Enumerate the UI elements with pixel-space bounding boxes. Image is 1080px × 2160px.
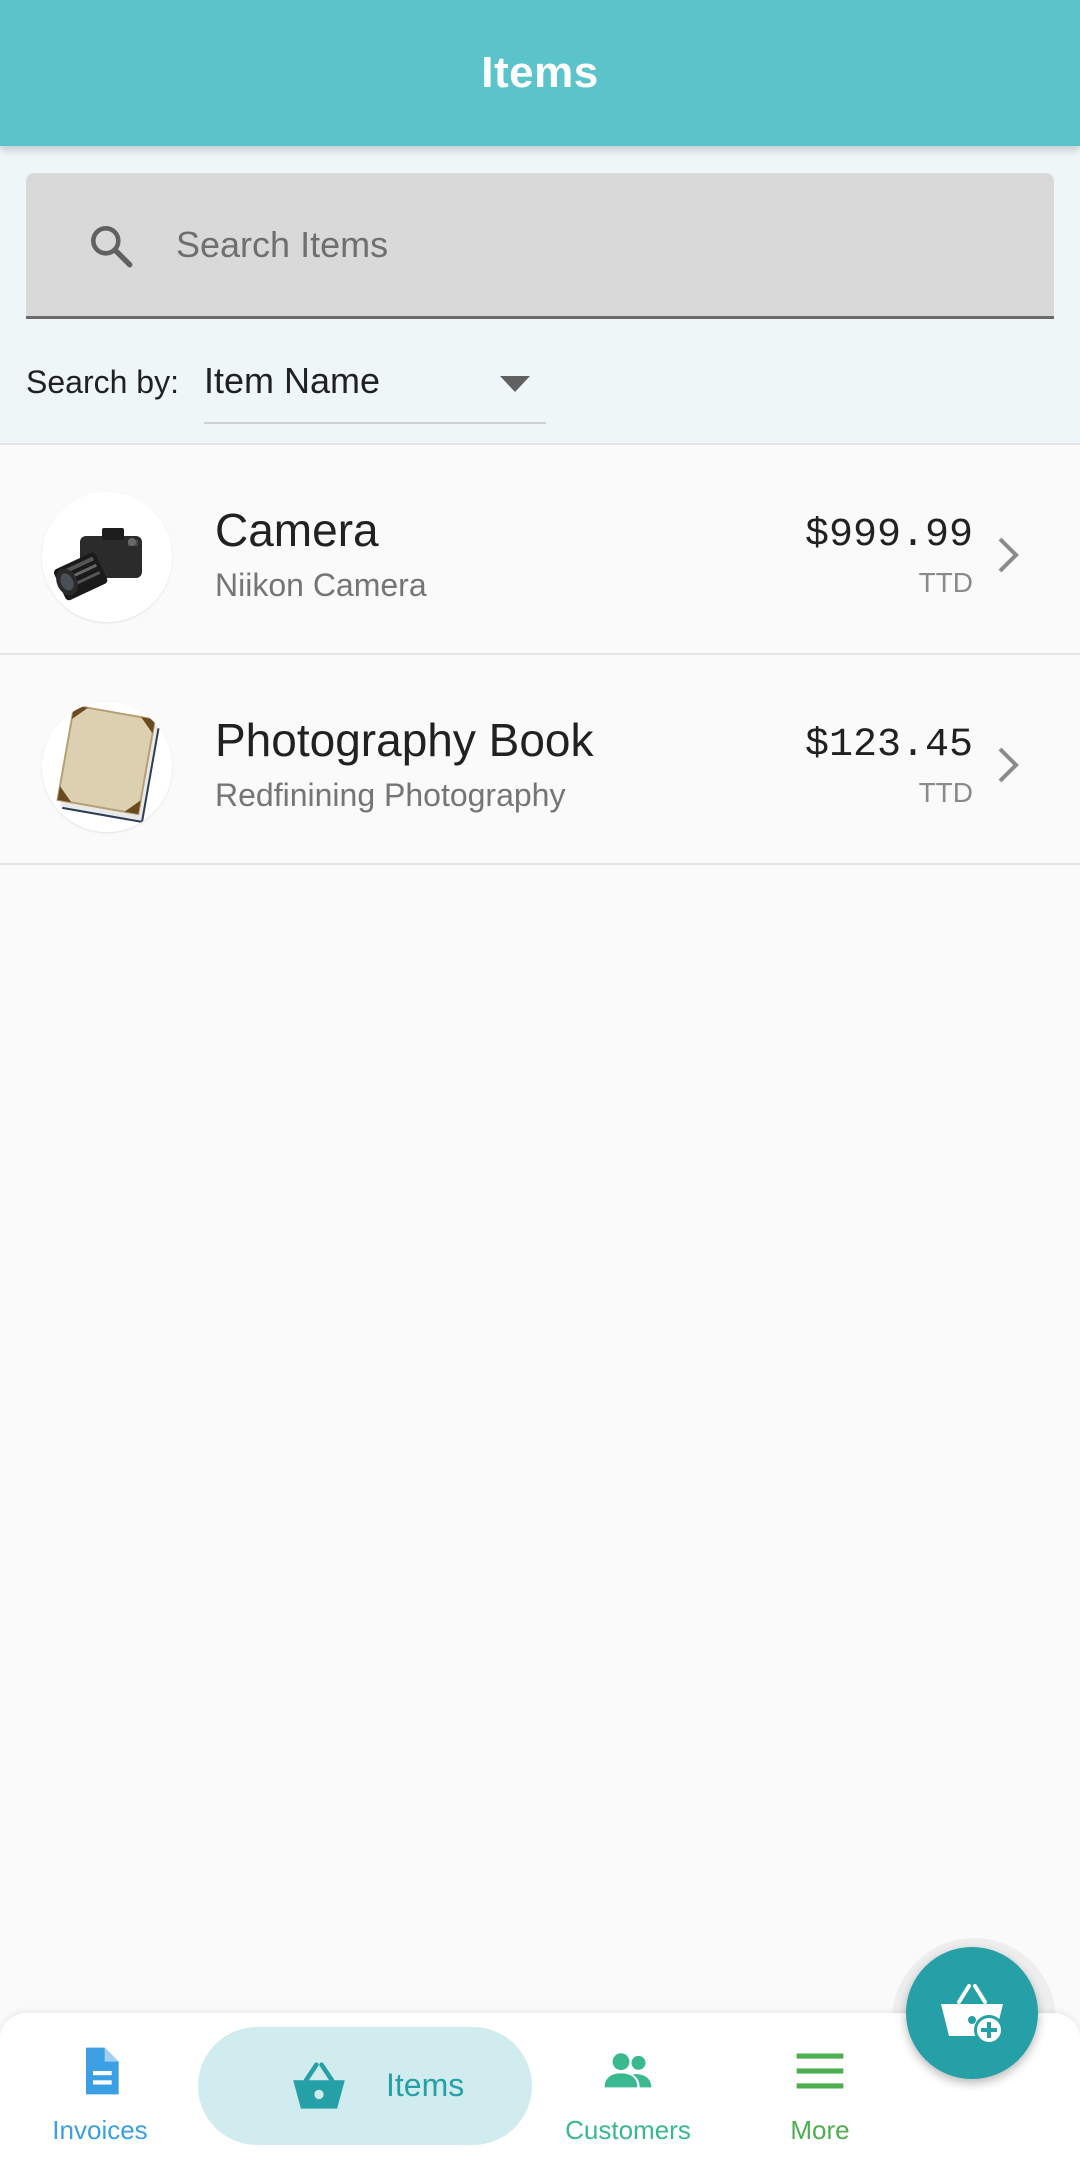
nav-label-more: More bbox=[790, 2115, 850, 2145]
camera-icon bbox=[42, 492, 172, 622]
nav-label-invoices: Invoices bbox=[52, 2115, 148, 2145]
people-icon bbox=[604, 2053, 652, 2088]
app-bar: Items bbox=[0, 0, 1080, 146]
search-input[interactable] bbox=[176, 173, 1026, 316]
nav-item-items[interactable]: Items bbox=[198, 2027, 532, 2145]
item-description: Niikon Camera bbox=[215, 567, 427, 603]
chevron-right-icon bbox=[998, 537, 1019, 573]
search-by-dropdown[interactable]: Item Name bbox=[204, 336, 546, 424]
nav-item-invoices[interactable]: Invoices bbox=[30, 2013, 170, 2160]
nav-label-customers: Customers bbox=[565, 2115, 691, 2145]
search-icon bbox=[91, 226, 133, 268]
item-currency: TTD bbox=[918, 777, 973, 808]
list-item[interactable]: Camera Niikon Camera $999.99 TTD bbox=[0, 445, 1080, 655]
item-currency: TTD bbox=[918, 567, 973, 598]
add-to-basket-icon bbox=[941, 1984, 1004, 2045]
chevron-right-icon bbox=[998, 747, 1019, 783]
search-by-value: Item Name bbox=[204, 360, 381, 401]
item-thumbnail bbox=[42, 702, 172, 832]
nav-item-customers[interactable]: Customers bbox=[556, 2013, 700, 2160]
item-name: Camera bbox=[215, 504, 379, 556]
item-price: $999.99 bbox=[804, 513, 973, 558]
nav-label-items: Items bbox=[386, 2067, 465, 2103]
item-thumbnail bbox=[42, 492, 172, 622]
search-area: Search by: Item Name bbox=[0, 146, 1080, 445]
item-list: Camera Niikon Camera $999.99 TTD Photogr… bbox=[0, 445, 1080, 865]
item-description: Redfinining Photography bbox=[215, 777, 566, 813]
page-title: Items bbox=[481, 48, 599, 97]
list-item[interactable]: Photography Book Redfinining Photography… bbox=[0, 655, 1080, 865]
search-box[interactable] bbox=[26, 173, 1054, 319]
book-icon bbox=[42, 702, 172, 832]
item-name: Photography Book bbox=[215, 714, 594, 766]
document-icon bbox=[86, 2047, 119, 2095]
menu-icon bbox=[796, 2053, 844, 2089]
nav-item-more[interactable]: More bbox=[760, 2013, 880, 2160]
item-price: $123.45 bbox=[804, 723, 973, 768]
basket-icon bbox=[293, 2062, 345, 2109]
dropdown-arrow-icon bbox=[500, 376, 530, 392]
add-item-fab-button[interactable] bbox=[906, 1947, 1038, 2079]
app-root: Items Search by: Item Name bbox=[0, 0, 1080, 2160]
search-by-label: Search by: bbox=[26, 364, 179, 400]
